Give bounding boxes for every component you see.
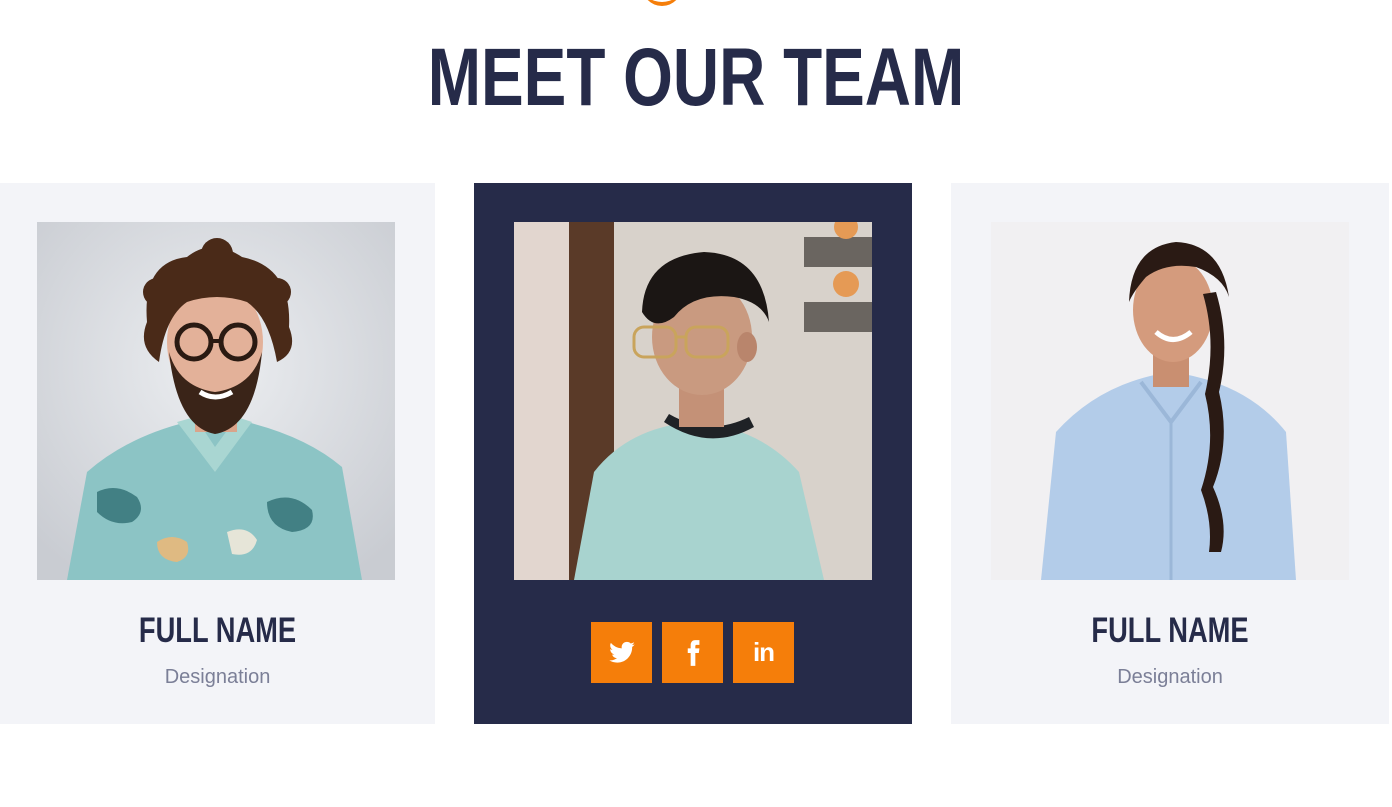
facebook-icon xyxy=(687,639,699,666)
accent-decoration xyxy=(642,0,682,6)
person-braided-hair-photo xyxy=(991,222,1349,580)
linkedin-button[interactable]: in xyxy=(733,622,794,683)
team-card-3: FULL NAME Designation xyxy=(951,183,1389,724)
twitter-button[interactable] xyxy=(591,622,652,683)
person-teen-glasses-photo xyxy=(514,222,872,580)
team-card-1: FULL NAME Designation xyxy=(0,183,435,724)
linkedin-icon: in xyxy=(752,637,775,667)
member-photo xyxy=(37,222,395,580)
team-card-2: in xyxy=(474,183,912,724)
member-photo xyxy=(514,222,872,580)
member-name: FULL NAME xyxy=(138,611,297,650)
member-designation: Designation xyxy=(1117,666,1223,688)
section-title: MEET OUR TEAM xyxy=(427,32,965,123)
team-section: MEET OUR TEAM FULL NAME Designation in F… xyxy=(0,0,1392,807)
twitter-icon xyxy=(608,641,635,663)
member-name: FULL NAME xyxy=(1091,611,1249,650)
social-links: in xyxy=(591,622,794,683)
member-photo xyxy=(991,222,1349,580)
facebook-button[interactable] xyxy=(662,622,723,683)
member-designation: Designation xyxy=(164,666,271,688)
person-curly-hair-glasses-photo xyxy=(37,222,395,580)
